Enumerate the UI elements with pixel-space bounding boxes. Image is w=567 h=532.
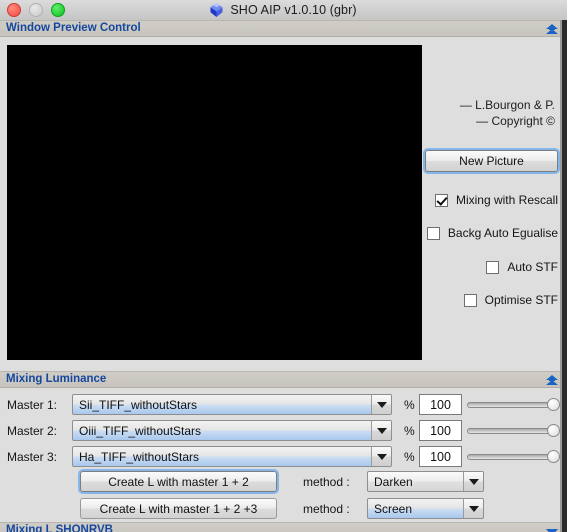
double-chevron-up-icon[interactable]	[545, 23, 559, 36]
section-title-luminance: Mixing Luminance	[6, 373, 107, 385]
combo-master-3-channel[interactable]: Ha_TIFF_withoutStars	[72, 446, 392, 467]
percent-slider-master-1[interactable]	[467, 394, 560, 415]
combo-method-row-1-value: Darken	[374, 474, 413, 489]
percent-input-master-2[interactable]: 100	[419, 420, 462, 441]
window-title: SHO AIP v1.0.10 (gbr)	[230, 3, 357, 17]
checkbox-row-backg-auto-egualise[interactable]: Backg Auto Egualise	[426, 225, 558, 241]
checkbox-label-mixing-with-rescall: Mixing with Rescall	[455, 193, 558, 207]
percent-sign-master-3: %	[404, 450, 415, 464]
combo-master-1-channel[interactable]: Sii_TIFF_withoutStars	[72, 394, 392, 415]
checkbox-row-mixing-with-rescall[interactable]: Mixing with Rescall	[434, 192, 558, 208]
create-l-master-1-2-button[interactable]: Create L with master 1 + 2	[78, 469, 279, 494]
chevron-down-icon[interactable]	[371, 421, 391, 440]
slider-knob[interactable]	[547, 424, 560, 437]
section-header-mixing-luminance[interactable]: Mixing Luminance	[0, 371, 567, 388]
minimize-button[interactable]	[29, 3, 43, 17]
combo-method-row-2-value: Screen	[374, 501, 413, 516]
section-header-mixing-l-shonrvb[interactable]: Mixing L SHONRVB	[0, 522, 567, 532]
credit-line-authors: — L.Bourgon & P.	[459, 98, 555, 112]
label-master-2: Master 2:	[7, 424, 58, 438]
checkbox-row-optimise-stf[interactable]: Optimise STF	[463, 292, 558, 308]
section-title-shonrvb: Mixing L SHONRVB	[6, 524, 113, 532]
checkbox-backg-auto-egualise[interactable]	[426, 226, 440, 240]
checkbox-row-auto-stf[interactable]: Auto STF	[486, 259, 558, 275]
method-label-row-1: method :	[303, 475, 350, 489]
label-master-1: Master 1:	[7, 398, 58, 412]
percent-input-master-1[interactable]: 100	[419, 394, 462, 415]
title-bar: SHO AIP v1.0.10 (gbr)	[0, 0, 567, 21]
percent-sign-master-1: %	[404, 398, 415, 412]
title-center-group: SHO AIP v1.0.10 (gbr)	[0, 0, 567, 20]
combo-method-row-1[interactable]: Darken	[367, 471, 484, 492]
checkbox-label-backg-auto-egualise: Backg Auto Egualise	[447, 226, 558, 240]
image-preview-canvas[interactable]	[7, 45, 422, 360]
chevron-down-icon[interactable]	[371, 395, 391, 414]
combo-master-2-channel[interactable]: Oiii_TIFF_withoutStars	[72, 420, 392, 441]
checkbox-optimise-stf[interactable]	[463, 293, 477, 307]
checkbox-auto-stf[interactable]	[486, 260, 500, 274]
label-master-3: Master 3:	[7, 450, 58, 464]
method-label-row-2: method :	[303, 502, 350, 516]
chevron-down-icon[interactable]	[463, 499, 483, 518]
create-l-master-1-2-3-button[interactable]: Create L with master 1 + 2 +3	[80, 498, 277, 519]
section-title-preview: Window Preview Control	[6, 22, 141, 34]
section-header-window-preview-control[interactable]: Window Preview Control	[0, 20, 567, 37]
percent-slider-master-3[interactable]	[467, 446, 560, 467]
percent-input-master-3[interactable]: 100	[419, 446, 462, 467]
blue-gem-icon	[210, 3, 223, 17]
slider-knob[interactable]	[547, 398, 560, 411]
new-picture-button[interactable]: New Picture	[423, 148, 560, 174]
combo-master-2-value: Oiii_TIFF_withoutStars	[79, 423, 202, 438]
slider-knob[interactable]	[547, 450, 560, 463]
checkbox-label-optimise-stf: Optimise STF	[484, 293, 558, 307]
application-window: SHO AIP v1.0.10 (gbr) Window Preview Con…	[0, 0, 567, 532]
percent-slider-master-2[interactable]	[467, 420, 560, 441]
close-button[interactable]	[7, 3, 21, 17]
double-chevron-up-icon[interactable]	[545, 374, 559, 387]
checkbox-mixing-with-rescall[interactable]	[434, 193, 448, 207]
checkbox-label-auto-stf: Auto STF	[507, 260, 558, 274]
chevron-down-icon[interactable]	[463, 472, 483, 491]
chevron-down-icon[interactable]	[545, 526, 559, 532]
chevron-down-icon[interactable]	[371, 447, 391, 466]
window-controls	[7, 0, 65, 20]
combo-method-row-2[interactable]: Screen	[367, 498, 484, 519]
percent-sign-master-2: %	[404, 424, 415, 438]
window-right-edge	[562, 20, 567, 532]
combo-master-1-value: Sii_TIFF_withoutStars	[79, 397, 198, 412]
combo-master-3-value: Ha_TIFF_withoutStars	[79, 449, 200, 464]
maximize-button[interactable]	[51, 3, 65, 17]
credit-line-copyright: — Copyright ©	[476, 114, 555, 128]
